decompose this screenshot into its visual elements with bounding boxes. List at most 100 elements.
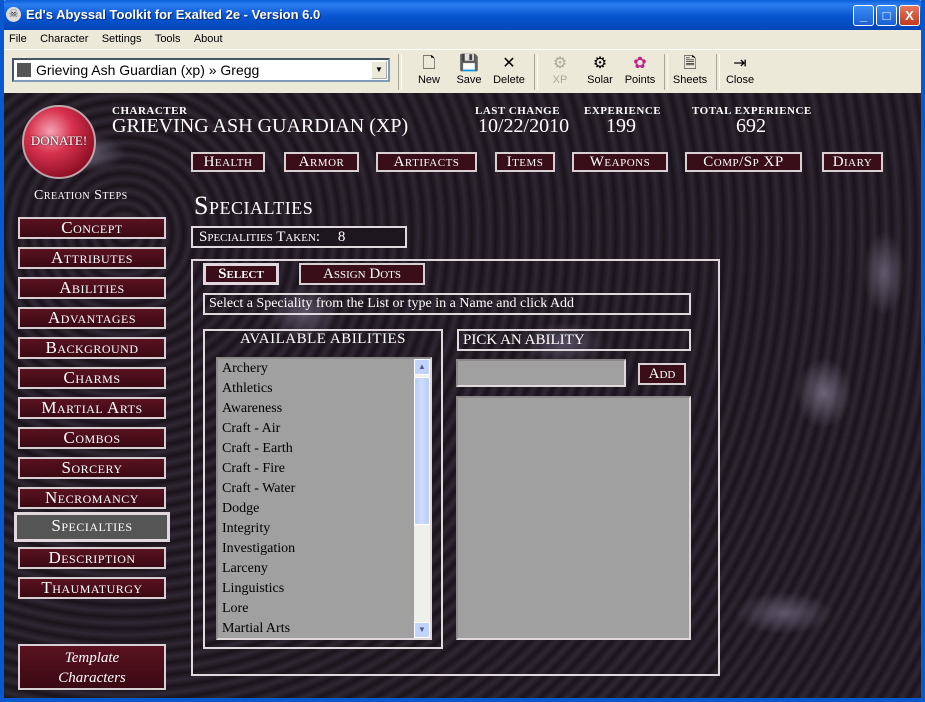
list-item[interactable]: Archery [218,359,430,379]
menu-tools[interactable]: Tools [150,30,186,48]
minimize-button[interactable]: _ [853,5,874,26]
list-item[interactable]: Craft - Fire [218,459,430,479]
chevron-down-icon[interactable]: ▼ [371,61,387,79]
toolbar-separator [664,54,668,90]
step-abilities[interactable]: Abilities [18,277,166,299]
nav-comp-sp-xp[interactable]: Comp/Sp XP [685,152,802,172]
step-charms[interactable]: Charms [18,367,166,389]
available-abilities-title: AVAILABLE ABILITIES [240,331,407,347]
menu-about[interactable]: About [189,30,228,48]
window-frame-bottom [0,698,925,702]
specialities-taken-box: Specialities Taken: 8 [191,226,407,248]
step-advantages[interactable]: Advantages [18,307,166,329]
list-item[interactable]: Craft - Water [218,479,430,499]
maximize-button[interactable]: □ [876,5,897,26]
xp-gear-icon: ⚙ [552,55,568,72]
close-window-button[interactable]: X [899,5,920,26]
menu-bar: File Character Settings Tools About [4,30,921,48]
nav-diary[interactable]: Diary [822,152,883,172]
sheets-document-icon: 🗎 [683,55,697,72]
list-item[interactable]: Craft - Earth [218,439,430,459]
donate-button[interactable]: DONATE! [22,105,96,179]
list-item[interactable]: Athletics [218,379,430,399]
character-select-value: Grieving Ash Guardian (xp) » Gregg [36,62,260,78]
list-item[interactable]: Dodge [218,499,430,519]
toolbar-separator [534,54,538,90]
nav-artifacts[interactable]: Artifacts [376,152,477,172]
new-label: New [417,74,440,86]
window-title: Ed's Abyssal Toolkit for Exalted 2e - Ve… [26,7,321,22]
toolbar-separator [716,54,720,90]
speciality-name-input[interactable] [456,359,626,387]
points-label: Points [624,74,656,86]
new-document-icon: 🗋 [422,55,436,72]
save-label: Save [456,74,482,86]
list-item[interactable]: Awareness [218,399,430,419]
new-button[interactable]: 🗋 New [410,54,448,90]
xp-label: XP [552,74,568,86]
page-title: Specialties [194,191,314,220]
window-frame-right [921,0,925,702]
template-label-line1: Template [64,650,120,666]
step-background[interactable]: Background [18,337,166,359]
available-abilities-list[interactable]: Archery Athletics Awareness Craft - Air … [216,357,432,640]
character-thumbnail-icon [17,63,31,77]
step-thaumaturgy[interactable]: Thaumaturgy [18,577,166,599]
donate-label: DONATE! [30,133,88,148]
experience-value: 199 [606,115,636,137]
scroll-thumb[interactable] [414,377,430,525]
step-martial-arts[interactable]: Martial Arts [18,397,166,419]
toolbar-separator [398,54,402,90]
nav-weapons[interactable]: Weapons [572,152,668,172]
list-item[interactable]: Craft - Air [218,419,430,439]
menu-character[interactable]: Character [35,30,93,48]
points-palette-icon: ✿ [633,55,647,72]
picked-specialities-list[interactable] [456,396,691,640]
list-item[interactable]: Linguistics [218,579,430,599]
solar-button[interactable]: ⚙ Solar [581,54,619,90]
step-description[interactable]: Description [18,547,166,569]
tab-assign-dots[interactable]: Assign Dots [299,263,425,285]
close-label: Close [725,74,755,86]
menu-file[interactable]: File [4,30,32,48]
delete-label: Delete [493,74,525,86]
add-button[interactable]: Add [638,363,686,385]
list-item[interactable]: Investigation [218,539,430,559]
step-specialties[interactable]: Specialties [14,512,170,542]
step-sorcery[interactable]: Sorcery [18,457,166,479]
toolbar: Grieving Ash Guardian (xp) » Gregg ▼ 🗋 N… [4,49,921,94]
nav-armor[interactable]: Armor [284,152,359,172]
character-name: GRIEVING ASH GUARDIAN (XP) [112,115,409,137]
template-characters-button[interactable]: Template Characters [18,644,166,690]
instruction-text: Select a Speciality from the List or typ… [203,293,691,315]
delete-x-icon: ✕ [502,55,516,72]
step-attributes[interactable]: Attributes [18,247,166,269]
tab-select[interactable]: Select [203,263,279,285]
save-button[interactable]: 💾 Save [450,54,488,90]
step-concept[interactable]: Concept [18,217,166,239]
scroll-up-icon[interactable]: ▲ [414,359,430,375]
xp-button[interactable]: ⚙ XP [541,54,579,90]
solar-gear-icon: ⚙ [592,55,608,72]
sheets-button[interactable]: 🗎 Sheets [671,54,709,90]
step-combos[interactable]: Combos [18,427,166,449]
character-select[interactable]: Grieving Ash Guardian (xp) » Gregg ▼ [12,58,390,82]
scroll-down-icon[interactable]: ▼ [414,622,430,638]
list-scrollbar[interactable]: ▲ ▼ [414,359,430,638]
step-necromancy[interactable]: Necromancy [18,487,166,509]
list-item[interactable]: Martial Arts [218,619,430,638]
nav-health[interactable]: Health [191,152,265,172]
template-label-line2: Characters [58,670,126,686]
list-item[interactable]: Integrity [218,519,430,539]
nav-items[interactable]: Items [495,152,555,172]
sheets-label: Sheets [672,74,708,86]
close-button[interactable]: ⇥ Close [721,54,759,90]
points-button[interactable]: ✿ Points [621,54,659,90]
pick-ability-title: PICK AN ABILITY [457,329,691,351]
app-skull-icon[interactable]: ☠ [6,7,21,22]
menu-settings[interactable]: Settings [97,30,147,48]
list-item[interactable]: Larceny [218,559,430,579]
save-disk-icon: 💾 [459,55,479,72]
list-item[interactable]: Lore [218,599,430,619]
delete-button[interactable]: ✕ Delete [490,54,528,90]
